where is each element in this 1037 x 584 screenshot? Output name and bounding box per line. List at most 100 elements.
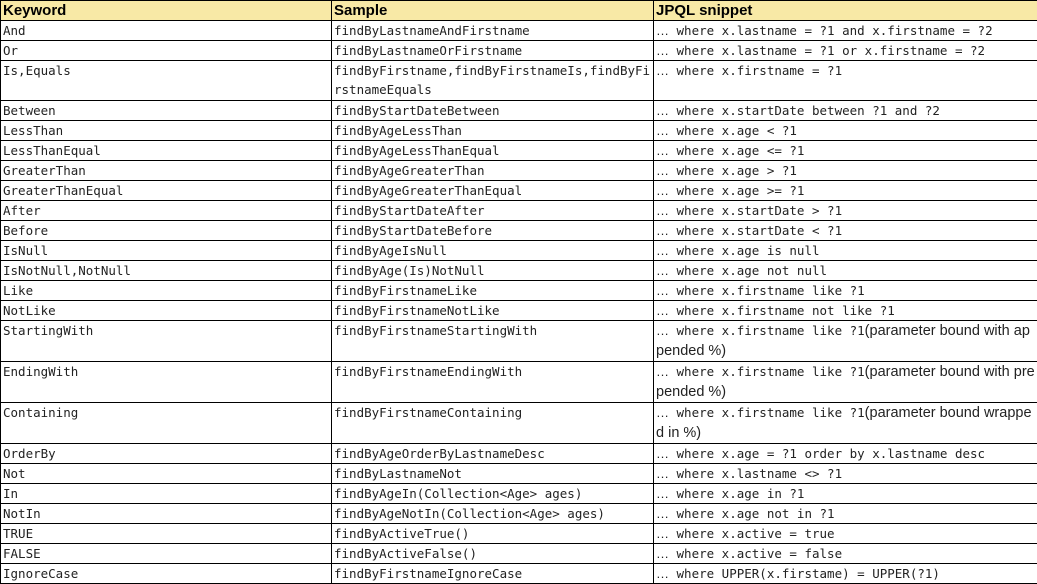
table-row: AndfindByLastnameAndFirstname… where x.l… (1, 21, 1037, 41)
sample-cell: findByAgeLessThanEqual (332, 141, 654, 161)
sample-cell: findByFirstnameEndingWith (332, 362, 654, 403)
jpql-code: where x.age < ?1 (669, 123, 797, 138)
table-row: IsNotNull,NotNullfindByAge(Is)NotNull… w… (1, 261, 1037, 281)
jpql-cell: … where x.age not in ?1 (654, 504, 1037, 524)
sample-cell: findByStartDateBetween (332, 101, 654, 121)
jpql-cell: … where x.active = true (654, 524, 1037, 544)
ellipsis: … (656, 183, 669, 198)
ellipsis: … (656, 486, 669, 501)
table-row: LikefindByFirstnameLike… where x.firstna… (1, 281, 1037, 301)
ellipsis: … (656, 123, 669, 138)
jpql-cell: … where UPPER(x.firstame) = UPPER(?1) (654, 564, 1037, 584)
keyword-cell: In (1, 484, 332, 504)
ellipsis: … (656, 203, 669, 218)
table-row: OrfindByLastnameOrFirstname… where x.las… (1, 41, 1037, 61)
jpql-cell: … where x.age > ?1 (654, 161, 1037, 181)
sample-cell: findByAgeOrderByLastnameDesc (332, 444, 654, 464)
jpql-cell: … where x.firstname not like ?1 (654, 301, 1037, 321)
keyword-cell: Containing (1, 403, 332, 444)
table-row: TRUEfindByActiveTrue()… where x.active =… (1, 524, 1037, 544)
jpql-cell: … where x.lastname <> ?1 (654, 464, 1037, 484)
jpql-code: where x.age = ?1 order by x.lastname des… (669, 446, 985, 461)
ellipsis: … (656, 466, 669, 481)
jpql-code: where x.lastname <> ?1 (669, 466, 842, 481)
sample-cell: findByFirstnameNotLike (332, 301, 654, 321)
sample-cell: findByFirstname,findByFirstnameIs,findBy… (332, 61, 654, 101)
jpql-cell: … where x.startDate between ?1 and ?2 (654, 101, 1037, 121)
keyword-cell: GreaterThan (1, 161, 332, 181)
keyword-cell: GreaterThanEqual (1, 181, 332, 201)
keyword-cell: Not (1, 464, 332, 484)
keyword-table: Keyword Sample JPQL snippet AndfindByLas… (0, 0, 1037, 584)
ellipsis: … (656, 506, 669, 521)
sample-cell: findByActiveFalse() (332, 544, 654, 564)
sample-cell: findByAgeGreaterThan (332, 161, 654, 181)
sample-cell: findByFirstnameIgnoreCase (332, 564, 654, 584)
keyword-cell: EndingWith (1, 362, 332, 403)
jpql-cell: … where x.firstname like ?1(parameter bo… (654, 362, 1037, 403)
keyword-cell: IsNull (1, 241, 332, 261)
jpql-cell: … where x.startDate < ?1 (654, 221, 1037, 241)
sample-cell: findByAgeNotIn(Collection<Age> ages) (332, 504, 654, 524)
sample-cell: findByAgeIsNull (332, 241, 654, 261)
ellipsis: … (656, 43, 669, 58)
jpql-code: where x.firstname not like ?1 (669, 303, 895, 318)
jpql-code: where x.startDate > ?1 (669, 203, 842, 218)
header-sample: Sample (332, 1, 654, 21)
keyword-cell: Is,Equals (1, 61, 332, 101)
jpql-code: where x.lastname = ?1 or x.firstname = ?… (669, 43, 985, 58)
keyword-cell: After (1, 201, 332, 221)
jpql-cell: … where x.age = ?1 order by x.lastname d… (654, 444, 1037, 464)
table-row: GreaterThanfindByAgeGreaterThan… where x… (1, 161, 1037, 181)
jpql-cell: … where x.firstname like ?1(parameter bo… (654, 403, 1037, 444)
ellipsis: … (656, 143, 669, 158)
ellipsis: … (656, 323, 669, 338)
jpql-code: where x.lastname = ?1 and x.firstname = … (669, 23, 993, 38)
sample-cell: findByAgeIn(Collection<Age> ages) (332, 484, 654, 504)
sample-cell: findByAgeLessThan (332, 121, 654, 141)
sample-cell: findByStartDateAfter (332, 201, 654, 221)
table-row: LessThanfindByAgeLessThan… where x.age <… (1, 121, 1037, 141)
sample-cell: findByLastnameAndFirstname (332, 21, 654, 41)
keyword-cell: NotIn (1, 504, 332, 524)
ellipsis: … (656, 63, 669, 78)
sample-cell: findByFirstnameLike (332, 281, 654, 301)
jpql-cell: … where x.active = false (654, 544, 1037, 564)
jpql-code: where x.active = false (669, 546, 842, 561)
table-row: BetweenfindByStartDateBetween… where x.s… (1, 101, 1037, 121)
jpql-code: where x.age is null (669, 243, 820, 258)
jpql-cell: … where x.firstname = ?1 (654, 61, 1037, 101)
keyword-cell: IgnoreCase (1, 564, 332, 584)
table-row: ContainingfindByFirstnameContaining… whe… (1, 403, 1037, 444)
keyword-cell: Or (1, 41, 332, 61)
table-row: NotLikefindByFirstnameNotLike… where x.f… (1, 301, 1037, 321)
jpql-cell: … where x.firstname like ?1 (654, 281, 1037, 301)
header-jpql-snippet: JPQL snippet (654, 1, 1037, 21)
keyword-cell: Between (1, 101, 332, 121)
table-row: InfindByAgeIn(Collection<Age> ages)… whe… (1, 484, 1037, 504)
sample-cell: findByStartDateBefore (332, 221, 654, 241)
header-keyword: Keyword (1, 1, 332, 21)
ellipsis: … (656, 546, 669, 561)
jpql-code: where x.firstname like ?1 (669, 283, 865, 298)
table-row: EndingWithfindByFirstnameEndingWith… whe… (1, 362, 1037, 403)
keyword-cell: And (1, 21, 332, 41)
ellipsis: … (656, 163, 669, 178)
table-row: NotfindByLastnameNot… where x.lastname <… (1, 464, 1037, 484)
table-row: FALSEfindByActiveFalse()… where x.active… (1, 544, 1037, 564)
jpql-cell: … where x.lastname = ?1 or x.firstname =… (654, 41, 1037, 61)
jpql-code: where x.firstname like ?1 (669, 364, 865, 379)
jpql-code: where x.startDate < ?1 (669, 223, 842, 238)
sample-cell: findByAge(Is)NotNull (332, 261, 654, 281)
jpql-cell: … where x.age not null (654, 261, 1037, 281)
jpql-code: where x.age not null (669, 263, 827, 278)
sample-cell: findByAgeGreaterThanEqual (332, 181, 654, 201)
jpql-code: where x.age >= ?1 (669, 183, 804, 198)
keyword-cell: LessThan (1, 121, 332, 141)
sample-cell: findByFirstnameContaining (332, 403, 654, 444)
jpql-cell: … where x.age in ?1 (654, 484, 1037, 504)
jpql-code: where x.firstname = ?1 (669, 63, 842, 78)
keyword-cell: TRUE (1, 524, 332, 544)
table-row: GreaterThanEqualfindByAgeGreaterThanEqua… (1, 181, 1037, 201)
table-row: OrderByfindByAgeOrderByLastnameDesc… whe… (1, 444, 1037, 464)
